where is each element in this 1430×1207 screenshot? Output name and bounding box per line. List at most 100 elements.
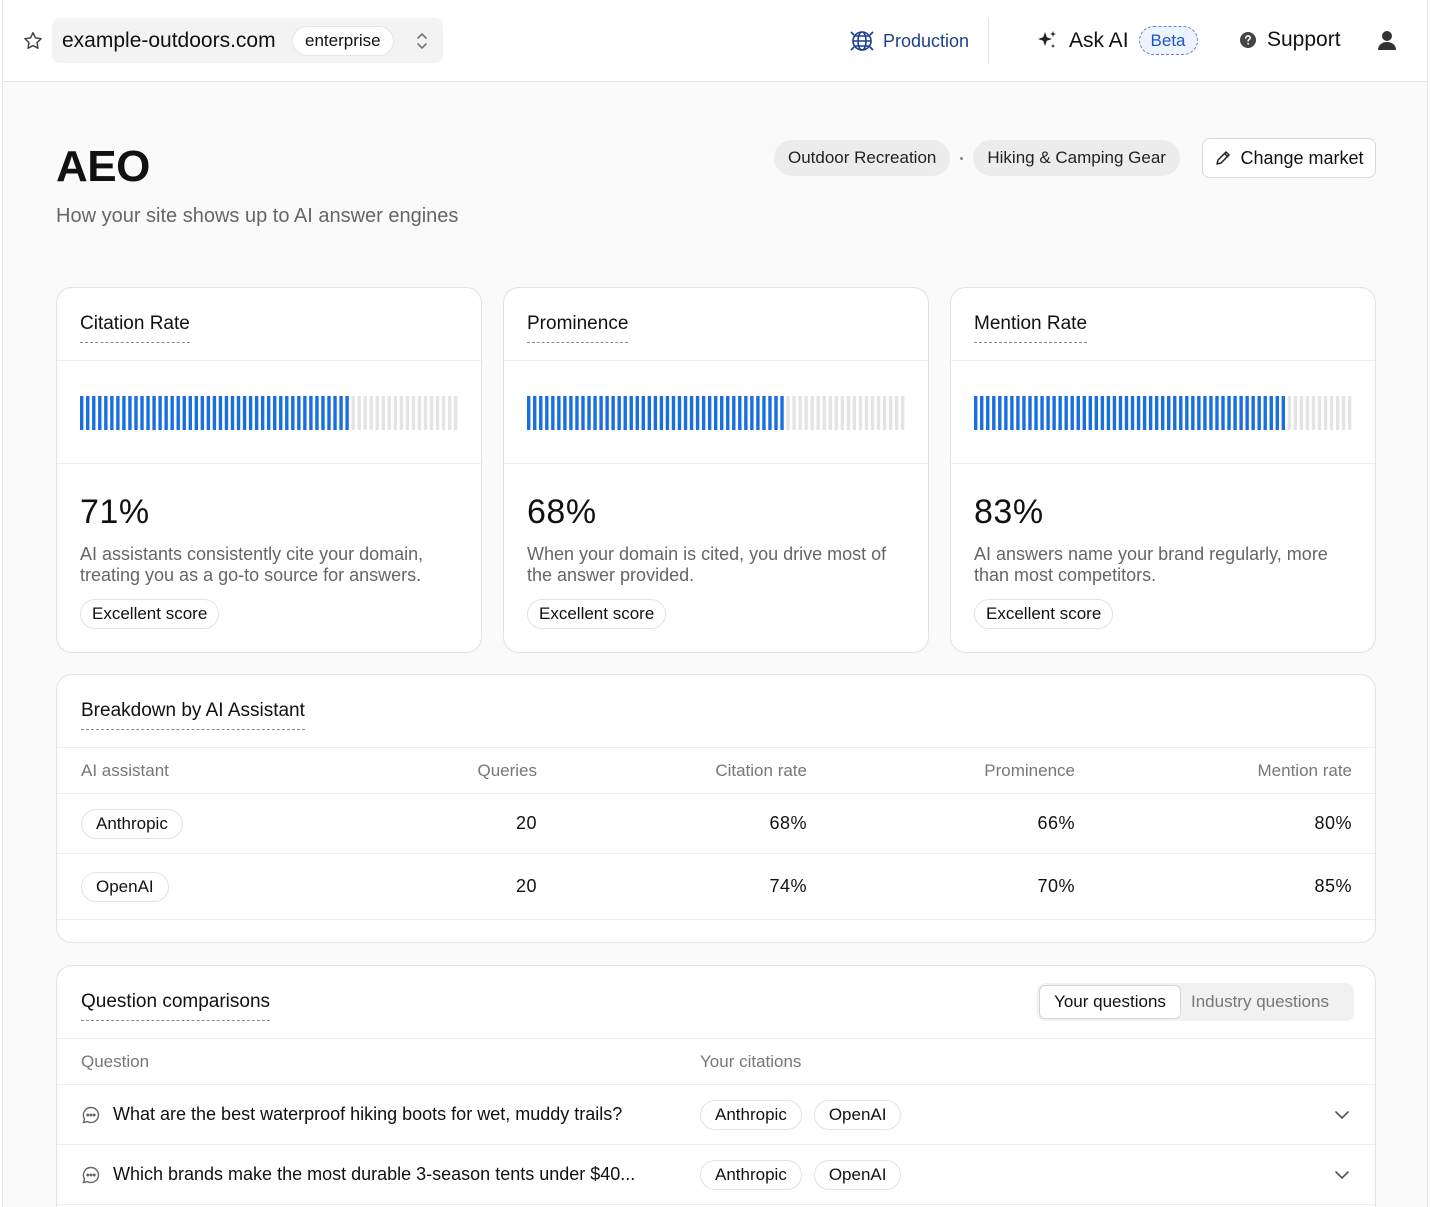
bar-segment-filled (1221, 396, 1225, 430)
bar-segment-filled (533, 396, 537, 430)
market-category: Outdoor Recreation (774, 140, 951, 176)
bar-segment-empty (423, 396, 428, 430)
column-header: Your citations (700, 1051, 802, 1071)
metric-card-prominence: Prominence 68% When your domain is cited… (503, 287, 929, 653)
bar-segment-filled (1142, 396, 1147, 430)
table-header: Question Your citations (57, 1039, 1375, 1085)
bar-segment-filled (647, 396, 652, 430)
site-name: example-outdoors.com (62, 29, 276, 52)
bar-segment-empty (435, 396, 440, 430)
site-selector[interactable]: example-outdoors.com enterprise (52, 18, 443, 63)
card-title[interactable]: Prominence (527, 313, 629, 343)
bar-segment-empty (1317, 396, 1322, 430)
column-header: Mention rate (1257, 760, 1353, 780)
bar-segment-filled (1167, 396, 1171, 430)
user-icon[interactable] (1375, 28, 1399, 52)
citation-pill: OpenAI (813, 1099, 902, 1130)
bar-segment-filled (285, 396, 289, 430)
bar-segment-empty (1341, 396, 1346, 430)
change-market-button[interactable]: Change market (1202, 138, 1376, 178)
change-market-label: Change market (1240, 147, 1364, 168)
bar-segment-filled (665, 396, 670, 430)
bar-segment-filled (1016, 396, 1020, 430)
bar-segment-filled (1100, 396, 1105, 430)
bar-segment-filled (291, 396, 295, 430)
tab-your-questions[interactable]: Your questions (1039, 985, 1181, 1019)
bar-segment-filled (1118, 396, 1123, 430)
question-row[interactable]: Which brands make the most durable 3-sea… (57, 1145, 1375, 1205)
bar-segment-filled (1022, 396, 1026, 430)
bar-segment-filled (248, 396, 253, 430)
bar-segment-empty (882, 396, 887, 430)
bar-segment-filled (182, 396, 186, 430)
bar-segment-filled (623, 396, 627, 430)
bar-segment-filled (86, 396, 90, 430)
bar-segment-filled (1257, 396, 1261, 430)
chat-bubble-icon (82, 1166, 100, 1183)
progress-bar (527, 396, 905, 430)
bar-segment-empty (822, 396, 826, 430)
bar-segment-filled (1112, 396, 1117, 430)
bar-segment-filled (98, 396, 102, 430)
bar-segment-filled (333, 396, 337, 430)
card-title[interactable]: Citation Rate (80, 313, 190, 343)
chat-bubble-icon (82, 1106, 100, 1123)
bar-segment-empty (441, 396, 446, 430)
bar-segment-filled (611, 396, 615, 430)
chevron-down-icon[interactable] (1333, 1166, 1351, 1184)
bar-segment-empty (870, 396, 875, 430)
beta-badge: Beta (1138, 26, 1198, 55)
card-title[interactable]: Mention Rate (974, 313, 1088, 343)
table-row[interactable]: Anthropic 20 68% 66% 80% (57, 794, 1375, 854)
star-icon[interactable] (22, 30, 44, 52)
question-row[interactable]: What are the best waterproof hiking boot… (57, 1085, 1375, 1145)
bar-segment-empty (1329, 396, 1334, 430)
bar-segment-empty (369, 396, 373, 430)
bar-segment-filled (1269, 396, 1273, 430)
bar-segment-filled (104, 396, 108, 430)
bar-segment-filled (1010, 396, 1014, 430)
bar-segment-filled (212, 396, 217, 430)
top-bar: example-outdoors.com enterprise Producti… (3, 0, 1427, 82)
support-label: Support (1267, 28, 1341, 51)
bar-segment-filled (599, 396, 603, 430)
tab-industry-questions[interactable]: Industry questions (1191, 985, 1329, 1019)
column-header: Question (81, 1051, 150, 1071)
bar-segment-filled (1203, 396, 1207, 430)
bar-segment-filled (134, 396, 138, 430)
bar-segment-filled (986, 396, 990, 430)
support-button[interactable]: Support (1239, 28, 1341, 52)
bar-segment-filled (1251, 396, 1255, 430)
bar-segment-empty (375, 396, 379, 430)
bar-segment-filled (1130, 396, 1135, 430)
metric-card-mention-rate: Mention Rate 83% AI answers name your br… (950, 287, 1376, 653)
chevron-updown-icon (417, 33, 427, 49)
ask-ai-button[interactable]: Ask AI Beta (1035, 26, 1198, 55)
bar-segment-filled (551, 396, 555, 430)
panel-header: Breakdown by AI Assistant (57, 675, 1375, 748)
bar-segment-filled (545, 396, 549, 430)
metric-card-citation-rate: Citation Rate 71% AI assistants consiste… (56, 287, 482, 653)
bar-segment-filled (1185, 396, 1189, 430)
help-icon (1240, 32, 1256, 48)
bar-segment-filled (297, 396, 301, 430)
bar-segment-filled (327, 396, 331, 430)
page-subtitle: How your site shows up to AI answer engi… (56, 205, 459, 227)
bar-segment-filled (581, 396, 585, 430)
bar-segment-filled (146, 396, 150, 430)
environment-selector[interactable]: Production (849, 28, 969, 54)
bar-segment-filled (701, 396, 706, 430)
table-row[interactable]: OpenAI 20 74% 70% 85% (57, 854, 1375, 920)
bar-segment-filled (774, 396, 778, 430)
bar-segment-filled (744, 396, 748, 430)
panel-title[interactable]: Breakdown by AI Assistant (81, 700, 305, 730)
bar-segment-filled (254, 396, 259, 430)
bar-segment-filled (164, 396, 168, 430)
queries-cell: 20 (515, 813, 537, 833)
panel-title[interactable]: Question comparisons (81, 991, 271, 1021)
bar-segment-filled (750, 396, 754, 430)
metric-description: When your domain is cited, you drive mos… (527, 544, 887, 585)
chevron-down-icon[interactable] (1333, 1106, 1351, 1124)
bar-segment-filled (707, 396, 712, 430)
bar-segment-filled (92, 396, 96, 430)
